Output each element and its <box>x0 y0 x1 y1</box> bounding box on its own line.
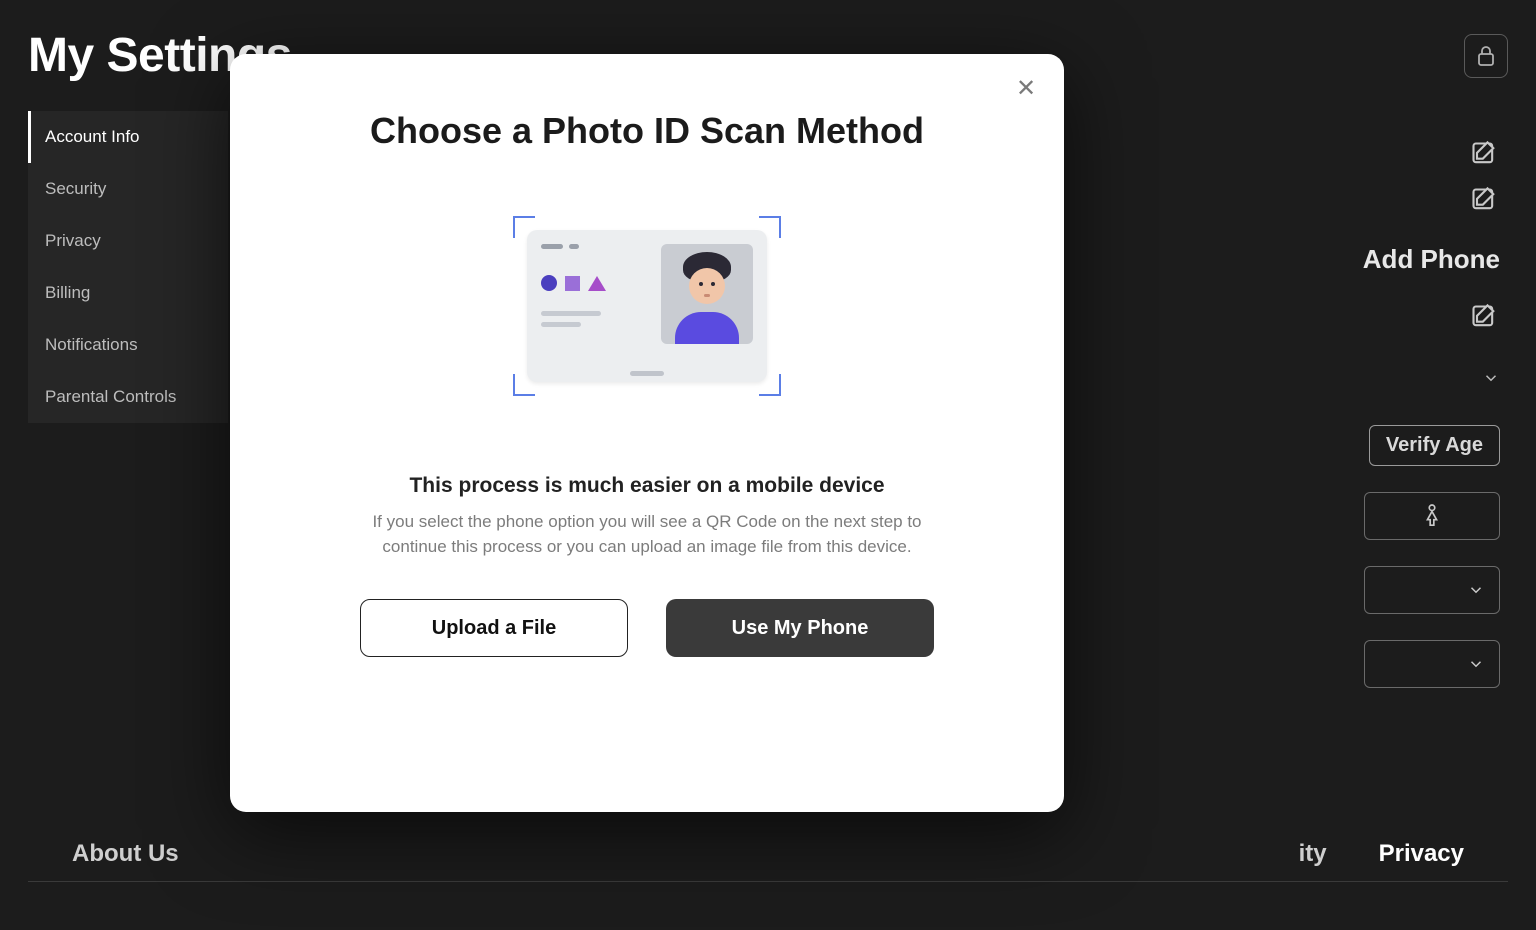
modal-description: If you select the phone option you will … <box>347 510 947 559</box>
footer-divider <box>28 881 1508 882</box>
upload-file-button[interactable]: Upload a File <box>360 599 628 657</box>
settings-sidebar: Account Info Security Privacy Billing No… <box>28 111 228 423</box>
sidebar-item-parental-controls[interactable]: Parental Controls <box>28 371 228 423</box>
sidebar-item-notifications[interactable]: Notifications <box>28 319 228 371</box>
footer-links: About Us ity Privacy <box>0 840 1536 868</box>
circle-icon <box>541 275 557 291</box>
avatar-icon <box>661 244 753 344</box>
sidebar-item-account-info[interactable]: Account Info <box>28 111 228 163</box>
gender-select[interactable] <box>1364 492 1500 540</box>
sidebar-item-label: Security <box>45 179 106 198</box>
dropdown-1[interactable] <box>1364 566 1500 614</box>
sidebar-item-security[interactable]: Security <box>28 163 228 215</box>
dropdown-2[interactable] <box>1364 640 1500 688</box>
sidebar-item-label: Parental Controls <box>45 387 176 406</box>
use-my-phone-button[interactable]: Use My Phone <box>666 599 934 657</box>
account-actions-column: Add Phone Verify Age <box>1363 140 1500 688</box>
triangle-icon <box>588 276 606 291</box>
person-icon <box>1421 502 1443 530</box>
sidebar-item-label: Privacy <box>45 231 101 250</box>
square-icon <box>565 276 580 291</box>
chevron-down-icon <box>1467 655 1485 673</box>
sidebar-item-label: Billing <box>45 283 90 302</box>
sidebar-item-billing[interactable]: Billing <box>28 267 228 319</box>
footer-link-partial[interactable]: ity <box>1299 840 1327 868</box>
modal-subtitle: This process is much easier on a mobile … <box>409 474 884 498</box>
edit-icon[interactable] <box>1470 140 1500 170</box>
chevron-down-icon <box>1467 581 1485 599</box>
modal-title: Choose a Photo ID Scan Method <box>370 110 924 152</box>
sidebar-item-privacy[interactable]: Privacy <box>28 215 228 267</box>
close-icon: ✕ <box>1016 74 1036 103</box>
lock-icon <box>1476 45 1496 67</box>
id-card-illustration <box>513 216 781 396</box>
verify-age-button[interactable]: Verify Age <box>1369 425 1500 466</box>
sidebar-item-label: Notifications <box>45 335 138 354</box>
photo-id-scan-modal: ✕ Choose a Photo ID Scan Method <box>230 54 1064 812</box>
chevron-down-icon[interactable] <box>1482 369 1500 387</box>
sidebar-item-label: Account Info <box>45 127 140 146</box>
footer-about-link[interactable]: About Us <box>72 840 179 868</box>
edit-icon[interactable] <box>1470 186 1500 216</box>
footer-privacy-link[interactable]: Privacy <box>1379 840 1464 868</box>
lock-button[interactable] <box>1464 34 1508 78</box>
id-card-icon <box>527 230 767 382</box>
add-phone-link[interactable]: Add Phone <box>1363 244 1500 275</box>
close-button[interactable]: ✕ <box>1010 72 1042 104</box>
edit-icon[interactable] <box>1470 303 1500 333</box>
